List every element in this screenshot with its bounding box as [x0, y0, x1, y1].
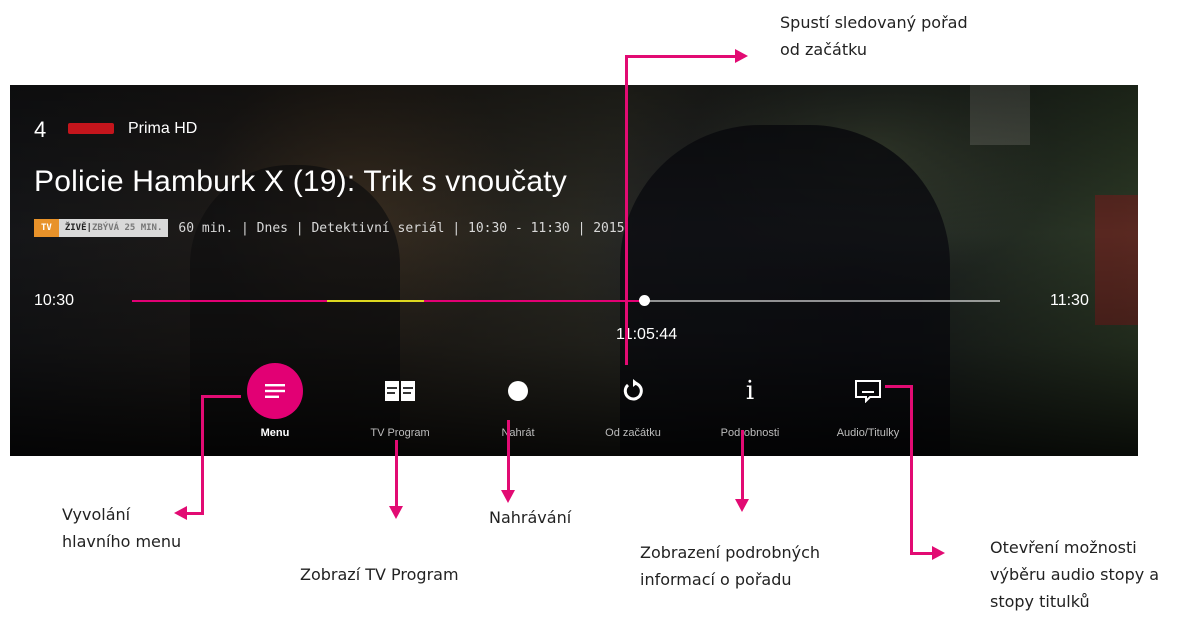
menu-arrow-line	[201, 395, 241, 398]
channel-number: 4	[34, 117, 47, 142]
record-icon	[490, 363, 546, 419]
audio-arrow-line	[910, 552, 932, 555]
control-bar: Menu TV Program Nahrát Od začátku i Podr…	[238, 363, 918, 443]
restart-icon	[605, 363, 661, 419]
info-label: Podrobnosti	[720, 427, 780, 439]
channel-name: Prima HD	[128, 120, 198, 137]
time-start: 10:30	[34, 292, 75, 309]
record-button[interactable]: Nahrát	[463, 363, 573, 443]
record-annotation-line: Nahrávání	[489, 508, 572, 527]
live-badge: ŽIVĚ|ZBÝVÁ 25 MIN.	[58, 219, 169, 237]
show-meta-row: TV ŽIVĚ|ZBÝVÁ 25 MIN. 60 min. | Dnes | D…	[34, 219, 625, 237]
audio-annotation-line: výběru audio stopy a	[990, 565, 1160, 584]
progress-live-segment	[326, 300, 424, 302]
subtitles-icon	[840, 363, 896, 419]
info-button[interactable]: i Podrobnosti	[695, 363, 805, 443]
restart-annotation-line: od začátku	[780, 40, 868, 59]
program-arrowhead	[389, 506, 403, 519]
info-annotation: Zobrazení podrobných informací o pořadu	[640, 539, 820, 593]
time-end: 11:30	[1050, 292, 1089, 309]
restart-annotation-line: Spustí sledovaný pořad	[780, 13, 968, 32]
record-arrowhead	[501, 490, 515, 503]
audio-subtitles-label: Audio/Titulky	[836, 427, 900, 439]
restart-label: Od začátku	[605, 427, 661, 439]
tv-player-screen: 4 Prima HD Policie Hamburk X (19): Trik …	[10, 85, 1138, 456]
menu-annotation-line: Vyvolání	[62, 505, 131, 524]
info-annotation-line: informací o pořadu	[640, 570, 792, 589]
record-arrow-line	[507, 420, 510, 490]
tv-badge: TV	[34, 219, 59, 237]
record-annotation: Nahrávání	[489, 504, 571, 531]
live-label: ŽIVĚ	[64, 223, 87, 233]
tv-program-label: TV Program	[370, 427, 430, 439]
program-annotation: Zobrazí TV Program	[300, 561, 459, 588]
info-arrowhead	[735, 499, 749, 512]
program-annotation-line: Zobrazí TV Program	[300, 565, 459, 584]
audio-annotation-line: Otevření možnosti	[990, 538, 1137, 557]
progress-bar[interactable]	[132, 295, 1000, 306]
remaining-label: ZBÝVÁ 25 MIN.	[91, 223, 163, 233]
show-meta: 60 min. | Dnes | Detektivní seriál | 10:…	[178, 220, 625, 236]
restart-arrowhead	[735, 49, 748, 63]
channel-logo	[68, 123, 114, 134]
audio-arrow-line	[885, 385, 913, 388]
restart-arrow-line	[625, 55, 735, 58]
menu-annotation: Vyvolání hlavního menu	[62, 501, 181, 555]
record-label: Nahrát	[501, 427, 535, 439]
menu-icon	[247, 363, 303, 419]
audio-arrow-line	[910, 385, 913, 555]
menu-button[interactable]: Menu	[220, 363, 330, 443]
restart-arrow-line	[625, 55, 628, 365]
menu-arrow-line	[201, 395, 204, 515]
audio-arrowhead	[932, 546, 945, 560]
tv-program-icon	[372, 363, 428, 419]
restart-button[interactable]: Od začátku	[578, 363, 688, 443]
tv-program-button[interactable]: TV Program	[345, 363, 455, 443]
program-arrow-line	[395, 440, 398, 506]
info-icon: i	[745, 376, 755, 406]
info-arrow-line	[741, 430, 744, 500]
audio-annotation: Otevření možnosti výběru audio stopy a s…	[990, 534, 1159, 615]
menu-arrow-line	[186, 512, 204, 515]
restart-annotation: Spustí sledovaný pořad od začátku	[780, 9, 968, 63]
menu-annotation-line: hlavního menu	[62, 532, 182, 551]
audio-subtitles-button[interactable]: Audio/Titulky	[813, 363, 923, 443]
menu-label: Menu	[260, 427, 290, 439]
show-title: Policie Hamburk X (19): Trik s vnoučaty	[34, 165, 567, 198]
info-annotation-line: Zobrazení podrobných	[640, 543, 821, 562]
audio-annotation-line: stopy titulků	[990, 592, 1090, 611]
